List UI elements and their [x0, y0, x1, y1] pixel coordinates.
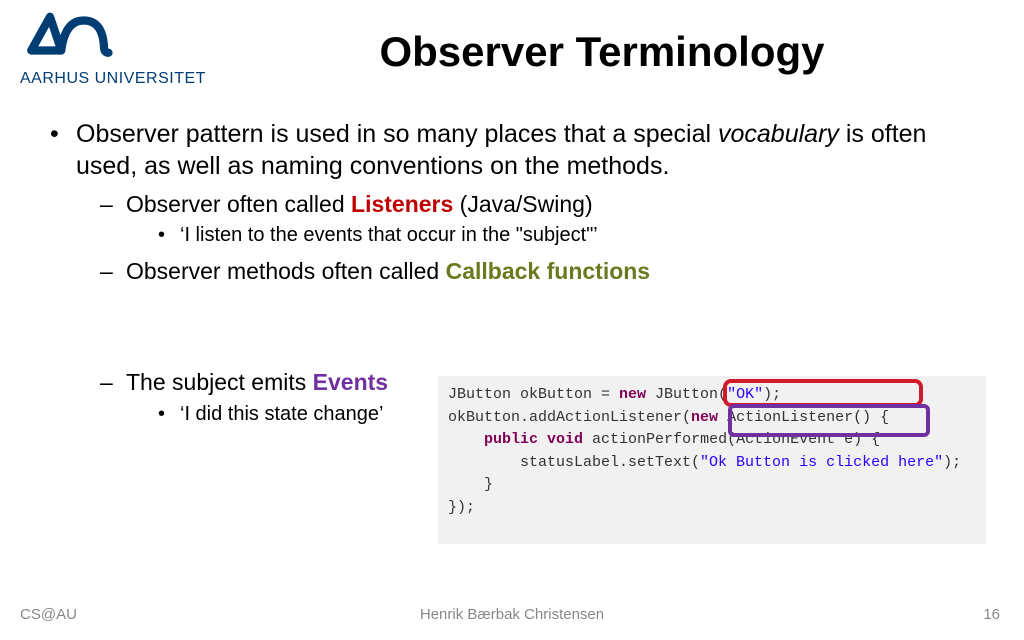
l5: } [448, 476, 493, 493]
l3a [448, 431, 484, 448]
sub-callback: Observer methods often called Callback f… [46, 257, 994, 286]
l1b: JButton( [646, 386, 727, 403]
l1a: JButton okButton = [448, 386, 619, 403]
p1-vocab: vocabulary [718, 120, 839, 148]
s1b: (Java/Swing) [453, 191, 592, 217]
l4b: ); [943, 454, 961, 471]
s1a: Observer often called [126, 191, 351, 217]
sub-listeners-quote: ‘I listen to the events that occur in th… [46, 223, 994, 249]
highlight-new-listener [723, 379, 923, 407]
p1-a: Observer pattern is used in so many plac… [76, 120, 718, 148]
highlight-action-event [728, 404, 930, 437]
l4a: statusLabel.setText( [448, 454, 700, 471]
code-snippet: JButton okButton = new JButton("OK"); ok… [438, 376, 986, 544]
s3a: The subject emits [126, 369, 313, 395]
s2-callback-word: Callback functions [446, 258, 650, 284]
sub-listeners: Observer often called Listeners (Java/Sw… [46, 190, 994, 219]
slide-title: Observer Terminology [0, 28, 1024, 76]
l4str: "Ok Button is clicked here" [700, 454, 943, 471]
s3-events-word: Events [313, 369, 388, 395]
slide-footer: CS@AU Henrik Bærbak Christensen 16 [0, 606, 1024, 628]
l2new: new [691, 409, 718, 426]
footer-page-number: 16 [983, 606, 1000, 623]
footer-center: Henrik Bærbak Christensen [0, 606, 1024, 623]
l6: }); [448, 499, 475, 516]
l2a: okButton.addActionListener( [448, 409, 691, 426]
s1-listeners-word: Listeners [351, 191, 453, 217]
s2a: Observer methods often called [126, 258, 446, 284]
l1new: new [619, 386, 646, 403]
l3pub: public void [484, 431, 583, 448]
bullet-main: Observer pattern is used in so many plac… [46, 118, 994, 182]
